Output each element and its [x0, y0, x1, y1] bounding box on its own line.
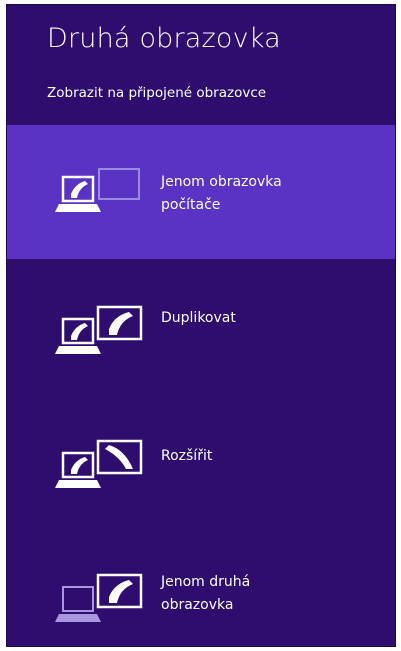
option-second-screen-only[interactable]: Jenom druhá obrazovka [7, 527, 395, 646]
option-second-screen-only-label: Jenom druhá obrazovka [161, 574, 251, 613]
option-pc-screen-only-label: Jenom obrazovka počítače [161, 174, 282, 213]
duplicate-icon [55, 305, 143, 354]
second-screen-panel: Druhá obrazovka Zobrazit na připojené ob… [6, 4, 396, 647]
option-duplicate-label: Duplikovat [161, 310, 236, 326]
option-duplicate[interactable]: Duplikovat [7, 259, 395, 393]
panel-title: Druhá obrazovka [47, 23, 281, 54]
panel-subtitle: Zobrazit na připojené obrazovce [47, 85, 267, 101]
extend-icon [55, 439, 143, 488]
option-extend-label: Rozšířit [161, 448, 213, 464]
option-pc-screen-only[interactable]: Jenom obrazovka počítače [7, 125, 395, 259]
option-extend[interactable]: Rozšířit [7, 393, 395, 527]
second-screen-only-icon [55, 573, 143, 622]
pc-screen-only-icon [55, 168, 140, 212]
